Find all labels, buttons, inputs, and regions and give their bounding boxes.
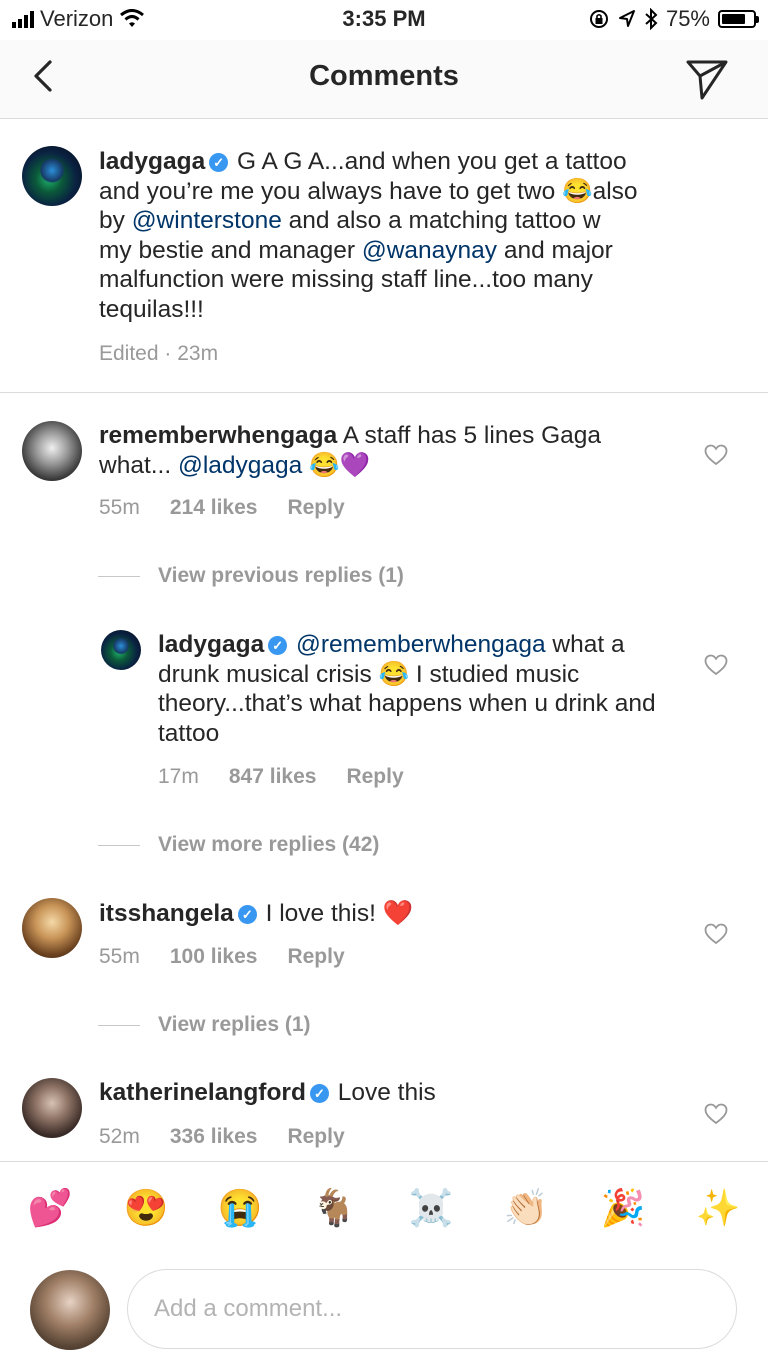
reply-button[interactable]: Reply (287, 496, 344, 520)
verified-badge-icon: ✓ (237, 905, 257, 924)
like-count[interactable]: 214 likes (170, 496, 258, 520)
emoji-button[interactable]: 🐐 (308, 1186, 360, 1230)
view-previous-replies-button[interactable]: View previous replies (1) (98, 564, 404, 588)
reply-button[interactable]: Reply (287, 1125, 344, 1149)
emoji-button[interactable]: 🎉 (597, 1186, 649, 1230)
status-right: 75% (588, 6, 759, 32)
heart-outline-icon[interactable] (704, 1103, 728, 1125)
emoji-button[interactable]: ✨ (692, 1186, 744, 1230)
emoji: 😂 (562, 177, 593, 205)
status-bar: Verizon 3:35 PM 75% (0, 0, 768, 40)
comment-meta: 55m 100 likes Reply (99, 945, 345, 969)
heart-emoji: ❤️ (382, 900, 414, 927)
emoji-button[interactable]: 💕 (24, 1186, 76, 1230)
page-title: Comments (309, 60, 459, 92)
comment-text-part: 😂💜 (302, 451, 371, 479)
header: Comments (0, 40, 768, 119)
emoji-button[interactable]: 👏🏻 (500, 1186, 552, 1230)
send-icon[interactable] (684, 54, 730, 100)
username[interactable]: itsshangela (99, 900, 234, 927)
verified-badge-icon: ✓ (209, 153, 229, 172)
caption-text: ladygaga ✓ G A G A...and when you get a t… (99, 147, 639, 324)
view-more-replies-button[interactable]: View more replies (42) (97, 833, 379, 857)
battery-percent: 75% (665, 6, 710, 31)
comment-text: katherinelangford ✓ Love this (99, 1078, 679, 1108)
username[interactable]: rememberwhengaga (99, 422, 337, 449)
verified-badge-icon: ✓ (309, 1084, 329, 1103)
mention-link[interactable]: @rememberwhengaga (296, 631, 546, 658)
battery-fill (722, 14, 745, 24)
comment-text: itsshangela ✓ I love this! ❤️ (99, 899, 679, 929)
comment-input[interactable] (152, 1288, 716, 1330)
comment-time: 55m (99, 496, 140, 519)
emoji-button[interactable]: 😭 (214, 1186, 266, 1230)
username[interactable]: ladygaga (99, 148, 205, 175)
comment-text-part: I love this! (258, 900, 383, 927)
comment-meta: 17m 847 likes Reply (158, 765, 404, 789)
comment-text: rememberwhengaga A staff has 5 lines Gag… (99, 421, 679, 480)
mention-link[interactable]: @winterstone (132, 207, 282, 234)
comment-composer (0, 1248, 768, 1365)
like-count[interactable]: 336 likes (170, 1125, 258, 1149)
comment-text-part: Love this (330, 1079, 436, 1106)
caption-meta: Edited · 23m (99, 342, 219, 365)
verified-badge-icon: ✓ (268, 636, 288, 655)
emoji-button[interactable]: 😍 (120, 1186, 172, 1230)
back-icon[interactable] (26, 54, 66, 98)
avatar[interactable] (101, 630, 141, 670)
username[interactable]: katherinelangford (99, 1079, 306, 1106)
comment-meta: 52m 336 likes Reply (99, 1125, 345, 1149)
mention-link[interactable]: @ladygaga (178, 452, 302, 479)
avatar[interactable] (22, 898, 82, 958)
orientation-lock-icon (589, 10, 608, 28)
view-replies-button[interactable]: View replies (1) (98, 1013, 311, 1037)
like-count[interactable]: 100 likes (170, 945, 258, 969)
comment-text: ladygaga ✓ @rememberwhengaga what a drunk… (158, 630, 680, 748)
like-count[interactable]: 847 likes (229, 765, 317, 789)
comment-meta: 55m 214 likes Reply (99, 496, 345, 520)
username[interactable]: ladygaga (158, 631, 264, 658)
emoji-bar: 💕 😍 😭 🐐 ☠️ 👏🏻 🎉 ✨ (0, 1161, 768, 1248)
comment-time: 55m (99, 945, 140, 968)
reply-button[interactable]: Reply (346, 765, 403, 789)
location-icon (618, 10, 635, 27)
avatar[interactable] (22, 421, 82, 481)
mention-link[interactable]: @wanaynay (362, 237, 497, 264)
emoji-button[interactable]: ☠️ (405, 1186, 457, 1230)
avatar[interactable] (22, 1078, 82, 1138)
comment-input-wrapper (127, 1269, 737, 1349)
battery-icon (718, 10, 759, 28)
reply-button[interactable]: Reply (287, 945, 344, 969)
heart-outline-icon[interactable] (704, 444, 728, 466)
avatar[interactable] (22, 146, 82, 206)
current-user-avatar (30, 1270, 110, 1350)
post-caption: ladygaga ✓ G A G A...and when you get a t… (0, 120, 768, 393)
comment-text-part (289, 631, 296, 658)
heart-outline-icon[interactable] (704, 654, 728, 676)
heart-outline-icon[interactable] (704, 923, 728, 945)
bluetooth-icon (645, 8, 658, 30)
comment-time: 17m (158, 765, 199, 788)
comment-time: 52m (99, 1125, 140, 1148)
